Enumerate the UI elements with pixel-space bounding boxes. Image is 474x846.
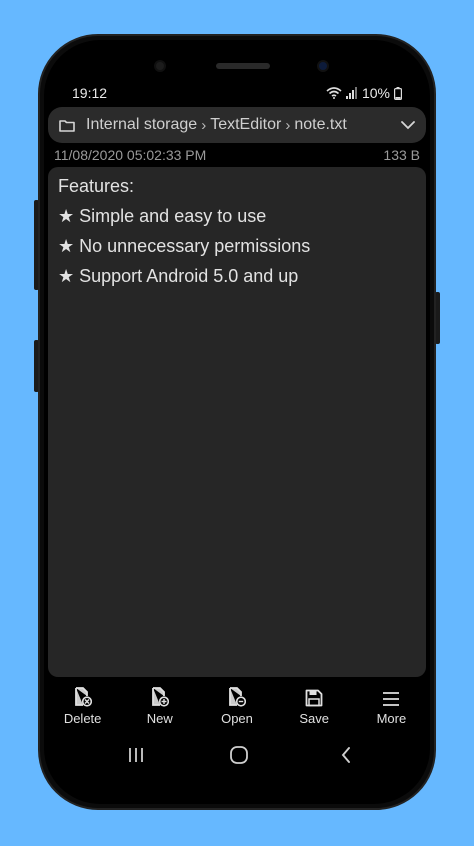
menu-icon: [382, 685, 400, 707]
open-label: Open: [221, 711, 253, 726]
new-label: New: [146, 711, 173, 726]
battery-percent: 10%: [361, 85, 390, 101]
file-new-icon: [151, 685, 169, 707]
front-camera: [317, 60, 329, 72]
save-icon: [305, 685, 323, 707]
breadcrumb-bar[interactable]: Internal storage › TextEditor › note.txt: [48, 107, 426, 143]
text-editor[interactable]: Features: ★ Simple and easy to use ★ No …: [48, 167, 426, 677]
delete-button[interactable]: Delete: [44, 685, 121, 731]
save-button[interactable]: Save: [276, 685, 353, 731]
sensor-dot: [154, 60, 166, 72]
wifi-icon: [326, 87, 342, 99]
bottom-toolbar: Delete New Open Save More: [44, 685, 430, 731]
status-time: 19:12: [72, 85, 108, 101]
back-button[interactable]: [334, 744, 358, 766]
editor-line: ★ Support Android 5.0 and up: [58, 266, 299, 286]
system-nav-bar: [44, 740, 430, 770]
more-label: More: [376, 711, 407, 726]
breadcrumb-separator: ›: [201, 116, 207, 134]
modified-date: 11/08/2020 05:02:33 PM: [54, 147, 207, 163]
earpiece-speaker: [216, 63, 270, 69]
editor-line: ★ No unnecessary permissions: [58, 236, 311, 256]
breadcrumb-file[interactable]: note.txt: [294, 116, 346, 134]
status-bar: 19:12 10%: [72, 80, 402, 104]
breadcrumb-root[interactable]: Internal storage: [86, 116, 197, 134]
battery-icon: [394, 86, 402, 100]
status-icons: 10%: [326, 85, 402, 101]
file-open-icon: [228, 685, 246, 707]
new-button[interactable]: New: [121, 685, 198, 731]
home-button[interactable]: [227, 744, 251, 766]
file-meta: 11/08/2020 05:02:33 PM 133 B: [54, 145, 420, 163]
editor-line: Features:: [58, 176, 135, 196]
phone-screen: 19:12 10% Internal storage › TextEditor …: [44, 40, 430, 804]
more-button[interactable]: More: [353, 685, 430, 731]
open-button[interactable]: Open: [198, 685, 275, 731]
breadcrumb: Internal storage › TextEditor › note.txt: [86, 116, 347, 134]
editor-line: ★ Simple and easy to use: [58, 206, 267, 226]
phone-frame: 19:12 10% Internal storage › TextEditor …: [38, 34, 436, 810]
breadcrumb-separator: ›: [285, 116, 291, 134]
breadcrumb-folder[interactable]: TextEditor: [210, 116, 281, 134]
save-label: Save: [299, 711, 330, 726]
folder-icon: [58, 116, 76, 134]
chevron-down-icon[interactable]: [400, 116, 416, 139]
file-size: 133 B: [383, 147, 420, 163]
recent-apps-button[interactable]: [124, 744, 148, 766]
delete-label: Delete: [63, 711, 102, 726]
signal-icon: [345, 87, 358, 99]
file-delete-icon: [74, 685, 92, 707]
